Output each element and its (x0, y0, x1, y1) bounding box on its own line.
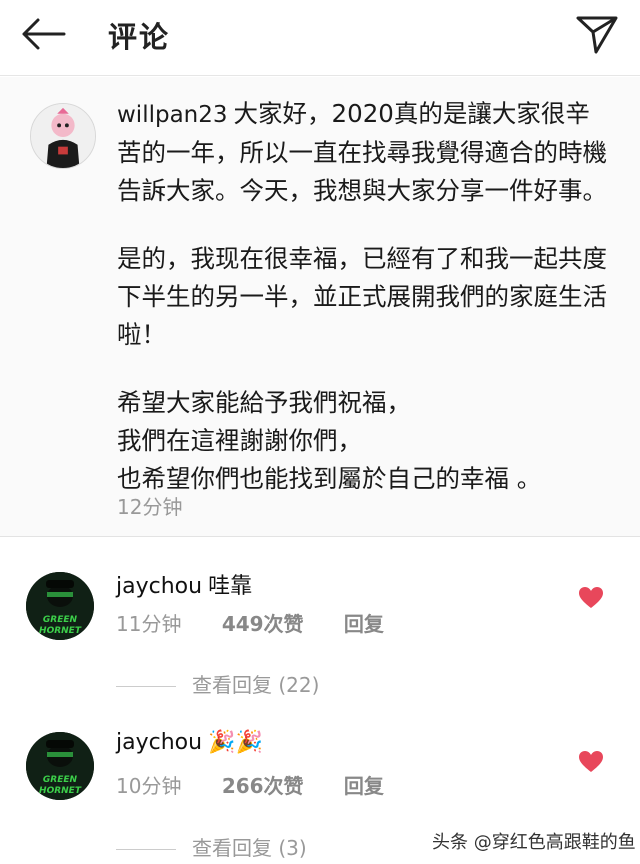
commenter-avatar[interactable]: GREEN HORNET (26, 572, 94, 640)
commenter-avatar[interactable]: GREEN HORNET (26, 732, 94, 800)
comment-likes[interactable]: 449次赞 (222, 612, 304, 636)
post-timestamp: 12分钟 (117, 495, 183, 519)
post-paragraph-2: 是的，我现在很幸福，已經有了和我一起共度下半生的另一半，並正式展開我們的家庭生活… (117, 244, 607, 349)
commenter-username[interactable]: jaychou (116, 730, 202, 755)
view-replies-button[interactable]: 查看回复 (22) (116, 669, 319, 698)
comment-text: 🎉🎉 (208, 730, 263, 755)
comment-text: 哇靠 (208, 574, 253, 599)
watermark: 头条 @穿红色高跟鞋的鱼 (428, 826, 640, 856)
back-arrow-icon[interactable] (18, 14, 68, 54)
post-paragraph-4: 我們在這裡謝謝你們， (117, 426, 362, 455)
post-avatar[interactable] (30, 103, 96, 169)
send-icon[interactable] (574, 12, 620, 56)
post-username[interactable]: willpan23 (117, 102, 228, 128)
svg-text:GREEN: GREEN (43, 615, 78, 625)
post-caption: willpan23 大家好，2020真的是讓大家很辛苦的一年，所以一直在找尋我覺得… (0, 77, 640, 537)
reply-button[interactable]: 回复 (344, 774, 384, 798)
svg-text:HORNET: HORNET (39, 786, 82, 796)
svg-text:HORNET: HORNET (39, 626, 82, 636)
heart-icon[interactable] (578, 586, 604, 610)
post-paragraph-3: 希望大家能給予我們祝福， (117, 388, 411, 417)
comment-likes[interactable]: 266次赞 (222, 774, 304, 798)
post-text: willpan23 大家好，2020真的是讓大家很辛苦的一年，所以一直在找尋我覺得… (117, 95, 607, 498)
comment-time: 10分钟 (116, 774, 182, 798)
heart-icon[interactable] (578, 750, 604, 774)
comment-meta: 11分钟 449次赞 回复 (116, 608, 418, 637)
divider-line (116, 686, 176, 687)
view-replies-label: 查看回复 (22) (192, 673, 320, 697)
view-replies-label: 查看回复 (3) (192, 836, 307, 860)
header-bar: 评论 (0, 0, 640, 76)
svg-text:GREEN: GREEN (43, 775, 78, 785)
view-replies-button[interactable]: 查看回复 (3) (116, 832, 307, 861)
comment-item: GREEN HORNET jaychou 哇靠 11分钟 449次赞 回复 查看回… (0, 538, 640, 698)
comment-time: 11分钟 (116, 612, 182, 636)
commenter-username[interactable]: jaychou (116, 574, 202, 599)
post-paragraph-5: 也希望你們也能找到屬於自己的幸福 。 (117, 464, 542, 493)
divider-line (116, 849, 176, 850)
comment-meta: 10分钟 266次赞 回复 (116, 770, 418, 799)
reply-button[interactable]: 回复 (344, 612, 384, 636)
page-title: 评论 (108, 20, 171, 54)
